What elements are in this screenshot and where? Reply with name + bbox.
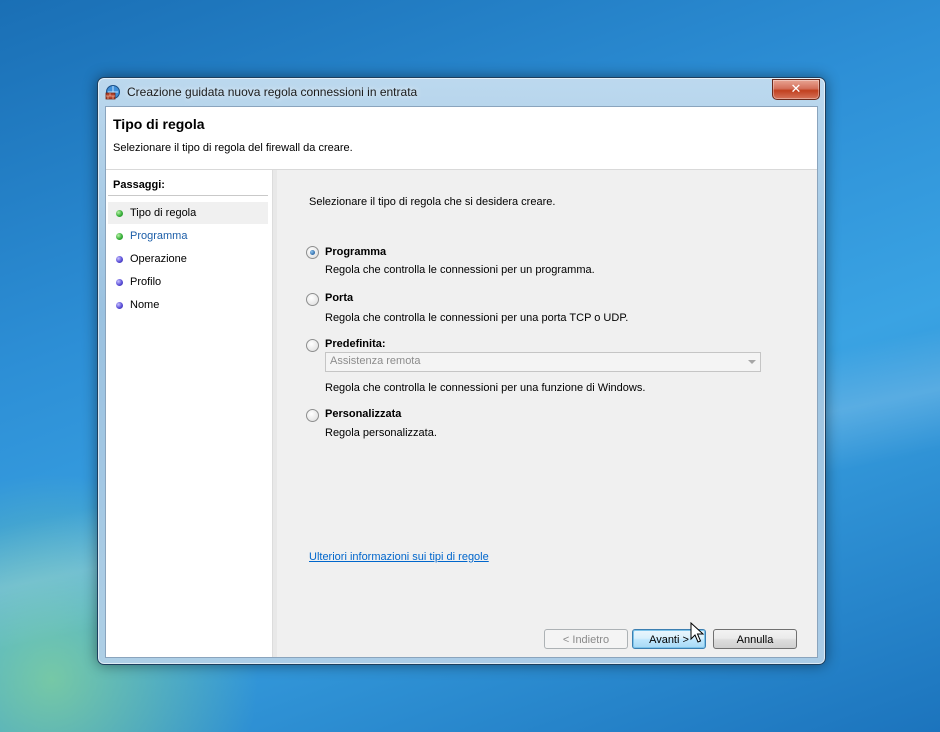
window-title: Creazione guidata nuova regola connessio… (127, 85, 418, 99)
radio-personalizzata[interactable] (306, 409, 319, 422)
cancel-button[interactable]: Annulla (713, 629, 797, 649)
back-button[interactable]: < Indietro (544, 629, 628, 649)
step-programma: Programma (108, 225, 268, 247)
pending-step-icon (116, 302, 123, 309)
option-label-predefinita[interactable]: Predefinita: (325, 338, 386, 350)
steps-heading: Passaggi: (113, 179, 165, 191)
option-desc-predefinita: Regola che controlla le connessioni per … (325, 382, 646, 394)
steps-sidebar: Passaggi: Tipo di regola Programma Opera… (106, 170, 272, 657)
rule-type-prompt: Selezionare il tipo di regola che si des… (309, 196, 556, 208)
steps-heading-divider (108, 195, 268, 196)
radio-porta[interactable] (306, 293, 319, 306)
predefined-rule-select[interactable]: Assistenza remota (325, 352, 761, 372)
step-operazione: Operazione (108, 248, 268, 270)
completed-step-icon (116, 233, 123, 240)
rule-types-help-link[interactable]: Ulteriori informazioni sui tipi di regol… (309, 551, 489, 563)
firewall-icon (105, 85, 120, 100)
step-label: Nome (130, 299, 160, 311)
pending-step-icon (116, 256, 123, 263)
option-label-personalizzata[interactable]: Personalizzata (325, 408, 401, 420)
chevron-down-icon (748, 360, 756, 364)
completed-step-icon (116, 210, 123, 217)
step-profilo: Profilo (108, 271, 268, 293)
radio-programma[interactable] (306, 246, 319, 259)
wizard-header: Tipo di regola Selezionare il tipo di re… (106, 107, 817, 169)
step-label: Profilo (130, 276, 162, 288)
option-desc-personalizzata: Regola personalizzata. (325, 427, 437, 439)
option-desc-programma: Regola che controlla le connessioni per … (325, 264, 595, 276)
step-label: Operazione (130, 253, 187, 265)
wizard-window: Creazione guidata nuova regola connessio… (97, 77, 826, 665)
radio-predefinita[interactable] (306, 339, 319, 352)
step-nome: Nome (108, 294, 268, 316)
page-title: Tipo di regola (113, 116, 205, 132)
mouse-pointer-icon (690, 622, 705, 643)
option-desc-porta: Regola che controlla le connessioni per … (325, 312, 629, 324)
title-bar[interactable]: Creazione guidata nuova regola connessio… (98, 78, 825, 106)
predefined-rule-value: Assistenza remota (330, 355, 421, 367)
pending-step-icon (116, 279, 123, 286)
wizard-client-area: Tipo di regola Selezionare il tipo di re… (105, 106, 818, 658)
main-panel: Selezionare il tipo di regola che si des… (277, 170, 817, 657)
close-button[interactable]: ✕ (772, 79, 820, 100)
option-label-porta[interactable]: Porta (325, 292, 353, 304)
option-label-programma[interactable]: Programma (325, 246, 386, 258)
step-tipo-di-regola: Tipo di regola (108, 202, 268, 224)
step-label: Tipo di regola (130, 207, 197, 219)
step-label: Programma (130, 230, 188, 242)
page-subtitle: Selezionare il tipo di regola del firewa… (113, 142, 353, 154)
